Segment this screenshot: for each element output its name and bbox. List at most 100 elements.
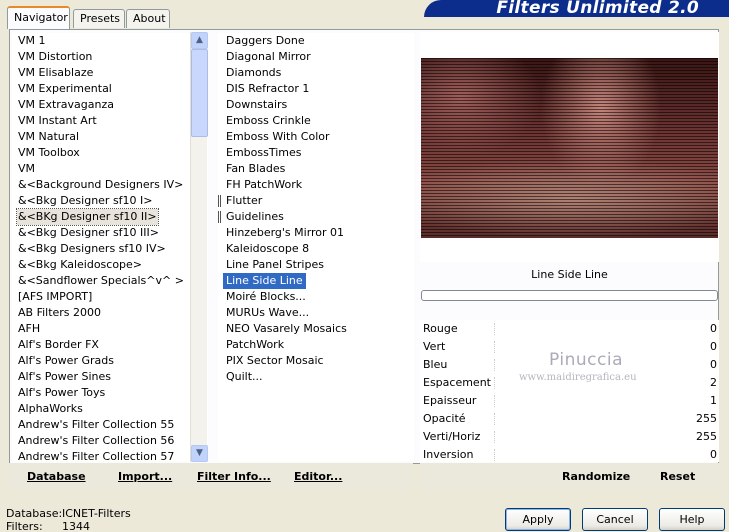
category-item[interactable]: Andrew's Filter Collection 56 [17,433,175,449]
category-item[interactable]: VM Extravaganza [17,97,115,113]
tab-presets[interactable]: Presets [73,9,125,28]
scroll-down-icon[interactable]: ▼ [191,445,208,462]
help-button[interactable]: Help [659,508,725,531]
filter-item[interactable]: Diamonds [223,65,284,81]
tab-about[interactable]: About [126,9,170,28]
category-item[interactable]: VM [17,161,36,177]
status-database-value: ICNET-Filters [62,507,131,520]
app-banner: Filters Unlimited 2.0 [424,0,729,17]
category-item[interactable]: &<Bkg Designers sf10 IV> [17,241,167,257]
randomize-button[interactable]: Randomize [562,470,630,483]
parameter-label: Inversion [423,448,474,461]
category-item[interactable]: VM Distortion [17,49,93,65]
category-item[interactable]: Alf's Power Grads [17,353,115,369]
category-item[interactable]: Alf's Power Sines [17,369,112,385]
category-item[interactable]: AB Filters 2000 [17,305,102,321]
filter-item[interactable]: Diagonal Mirror [223,49,314,65]
filter-item[interactable]: Moiré Blocks... [223,289,309,305]
parameter-label: Bleu [423,358,448,371]
category-item[interactable]: VM Elisablaze [17,65,94,81]
parameter-list: Rouge 0 Vert 0 Bleu 0 Espacement 2 Epaisseur 1 Opa… [420,320,719,464]
import-button[interactable]: Import... [118,470,172,483]
parameter-label: Espacement [423,376,491,389]
filter-item[interactable]: Fan Blades [223,161,288,177]
parameter-row[interactable]: Epaisseur 1 [420,392,719,410]
parameter-row[interactable]: Inversion 0 [420,446,719,464]
filter-item[interactable]: DIS Refractor 1 [223,81,312,97]
apply-button[interactable]: Apply [505,508,571,531]
category-scrollbar[interactable]: ▲ ▼ [190,32,208,462]
filter-info-button[interactable]: Filter Info... [197,470,271,483]
parameter-row[interactable]: Opacité 255 [420,410,719,428]
filter-item[interactable]: Downstairs [223,97,290,113]
parameter-slider[interactable] [494,449,694,461]
parameter-row[interactable]: Verti/Horiz 255 [420,428,719,446]
category-list[interactable]: VM 1 VM Distortion VM Elisablaze VM Experim… [12,33,208,461]
filter-item[interactable]: Hinzeberg's Mirror 01 [223,225,347,241]
filter-item[interactable]: FH PatchWork [223,177,305,193]
filter-item[interactable]: Line Panel Stripes [223,257,327,273]
filter-item[interactable]: Quilt... [223,369,266,385]
navigator-button-bar: Database Import... Filter Info... Editor… [9,463,413,490]
parameter-button-bar: Randomize Reset [420,463,719,490]
scroll-thumb[interactable] [191,49,208,137]
parameter-value: 255 [696,430,717,443]
watermark-site: www.maidiregrafica.eu [519,372,637,383]
parameter-row[interactable]: Rouge 0 [420,320,719,338]
parameter-slider[interactable] [494,395,694,407]
parameter-slider[interactable] [494,431,694,443]
progress-bar [421,290,718,301]
filter-item[interactable]: Guidelines [223,209,287,225]
editor-button[interactable]: Editor... [294,470,342,483]
parameter-slider[interactable] [494,323,694,335]
category-item[interactable]: VM Instant Art [17,113,98,129]
app-title: Filters Unlimited 2.0 [496,0,699,17]
parameter-value: 255 [696,412,717,425]
preview-image [421,58,718,238]
category-item[interactable]: AFH [17,321,41,337]
filter-item[interactable]: Kaleidoscope 8 [223,241,312,257]
category-item[interactable]: [AFS IMPORT] [17,289,93,305]
category-item[interactable]: &<Sandflower Specials^v^ > [17,273,185,289]
filter-list[interactable]: Daggers Done Diagonal Mirror Diamonds DIS R… [218,33,414,461]
category-item[interactable]: VM Natural [17,129,80,145]
category-item[interactable]: Andrew's Filter Collection 55 [17,417,175,433]
parameter-label: Rouge [423,322,458,335]
filter-item[interactable]: Emboss With Color [223,129,333,145]
parameter-slider[interactable] [494,413,694,425]
parameter-label: Opacité [423,412,466,425]
parameter-value: 0 [710,322,717,335]
filter-item[interactable]: NEO Vasarely Mosaics [223,321,350,337]
filter-name-label: Line Side Line [531,268,608,281]
category-item[interactable]: Andrew's Filter Collection 57 [17,449,175,461]
parameter-label: Vert [423,340,446,353]
category-item[interactable]: Alf's Power Toys [17,385,106,401]
filter-item[interactable]: Flutter [223,193,265,209]
category-item[interactable]: &<Bkg Designer sf10 III> [17,225,160,241]
tab-navigator[interactable]: Navigator [7,6,70,29]
scroll-up-icon[interactable]: ▲ [191,32,208,49]
category-item[interactable]: &<Bkg Designer sf10 I> [17,193,154,209]
category-item[interactable]: &<Background Designers IV> [17,177,184,193]
category-item[interactable]: AlphaWorks [17,401,84,417]
reset-button[interactable]: Reset [660,470,695,483]
category-item[interactable]: &<BKg Designer sf10 II> [16,208,159,226]
database-button[interactable]: Database [27,470,86,483]
category-item[interactable]: &<Bkg Kaleidoscope> [17,257,143,273]
filter-item[interactable]: EmbossTimes [223,145,305,161]
filter-item[interactable]: Emboss Crinkle [223,113,314,129]
category-item[interactable]: Alf's Border FX [17,337,100,353]
filter-item[interactable]: PIX Sector Mosaic [223,353,327,369]
category-item[interactable]: VM Experimental [17,81,113,97]
category-item[interactable]: VM 1 [17,33,47,49]
status-filters-label: Filters: [6,520,43,532]
filter-item[interactable]: PatchWork [223,337,287,353]
filter-item[interactable]: Line Side Line [223,273,306,289]
filter-item[interactable]: Daggers Done [223,33,308,49]
cancel-button[interactable]: Cancel [582,508,648,531]
category-item[interactable]: VM Toolbox [17,145,81,161]
status-database-label: Database: [6,507,63,520]
parameter-value: 0 [710,448,717,461]
parameter-value: 0 [710,358,717,371]
filter-item[interactable]: MURUs Wave... [223,305,312,321]
